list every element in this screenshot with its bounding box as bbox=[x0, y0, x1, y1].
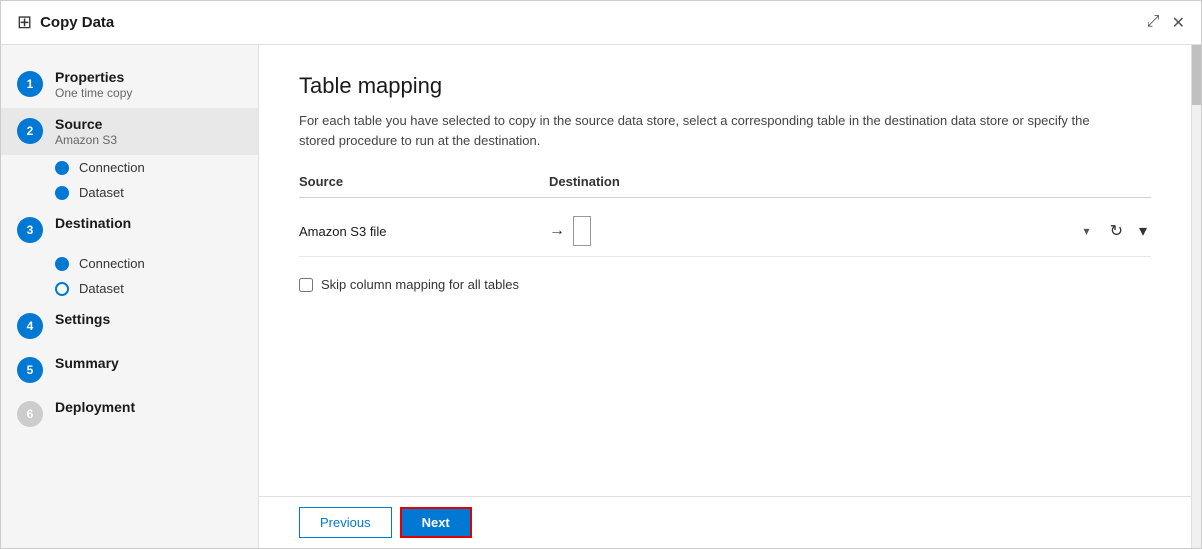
skip-mapping-checkbox[interactable] bbox=[299, 278, 313, 292]
arrow-icon: → bbox=[549, 222, 565, 240]
destination-dataset-item[interactable]: Dataset bbox=[55, 278, 258, 299]
source-connection-item[interactable]: Connection bbox=[55, 157, 258, 178]
window-title: Copy Data bbox=[40, 14, 114, 31]
table-header: Source Destination bbox=[299, 174, 1151, 198]
sidebar-item-source[interactable]: 2 Source Amazon S3 bbox=[1, 108, 258, 155]
expand-icon[interactable]: ⤢ bbox=[1147, 13, 1160, 33]
destination-select[interactable] bbox=[573, 216, 591, 246]
source-file-label: Amazon S3 file bbox=[299, 224, 549, 239]
sidebar-item-destination[interactable]: 3 Destination bbox=[1, 207, 258, 251]
destination-connection-dot bbox=[55, 257, 69, 271]
main-body: Table mapping For each table you have se… bbox=[259, 45, 1191, 496]
previous-button[interactable]: Previous bbox=[299, 507, 392, 538]
sidebar-item-source-label: Source bbox=[55, 116, 117, 132]
destination-column-header: Destination bbox=[549, 174, 1151, 189]
source-file-name: Amazon S3 file bbox=[299, 224, 386, 239]
destination-connection-label: Connection bbox=[79, 256, 145, 271]
main-content: Table mapping For each table you have se… bbox=[259, 45, 1191, 548]
sidebar-item-summary-content: Summary bbox=[55, 355, 119, 371]
source-dataset-dot bbox=[55, 186, 69, 200]
source-connection-label: Connection bbox=[79, 160, 145, 175]
step-number-4: 4 bbox=[17, 313, 43, 339]
title-bar: ⊞ Copy Data ⤢ ✕ bbox=[1, 1, 1201, 45]
skip-mapping-label: Skip column mapping for all tables bbox=[321, 277, 519, 292]
source-connection-dot bbox=[55, 161, 69, 175]
source-column-header: Source bbox=[299, 174, 549, 189]
next-button[interactable]: Next bbox=[400, 507, 472, 538]
mapping-table-row: Amazon S3 file → ↻ ▾ bbox=[299, 206, 1151, 257]
copy-data-icon: ⊞ bbox=[17, 12, 32, 33]
destination-dataset-dot bbox=[55, 282, 69, 296]
page-description: For each table you have selected to copy… bbox=[299, 111, 1119, 150]
window: ⊞ Copy Data ⤢ ✕ 1 Properties One time co… bbox=[0, 0, 1202, 549]
sidebar-item-properties-label: Properties bbox=[55, 69, 132, 85]
sidebar-item-destination-content: Destination bbox=[55, 215, 131, 232]
sidebar-item-properties-sub: One time copy bbox=[55, 86, 132, 100]
scrollbar[interactable] bbox=[1191, 45, 1201, 548]
sidebar-item-settings[interactable]: 4 Settings bbox=[1, 303, 258, 347]
sidebar-item-properties-content: Properties One time copy bbox=[55, 69, 132, 100]
step-number-3: 3 bbox=[17, 217, 43, 243]
sidebar-item-destination-label: Destination bbox=[55, 215, 131, 231]
refresh-button[interactable]: ↻ bbox=[1106, 219, 1127, 243]
source-dataset-label: Dataset bbox=[79, 185, 124, 200]
scrollbar-thumb[interactable] bbox=[1192, 45, 1201, 105]
sidebar-item-properties[interactable]: 1 Properties One time copy bbox=[1, 61, 258, 108]
source-dataset-item[interactable]: Dataset bbox=[55, 182, 258, 203]
sidebar-item-settings-content: Settings bbox=[55, 311, 110, 327]
footer: Previous Next bbox=[259, 496, 1191, 548]
step-number-5: 5 bbox=[17, 357, 43, 383]
sidebar-item-deployment-label: Deployment bbox=[55, 399, 135, 415]
step-number-6: 6 bbox=[17, 401, 43, 427]
title-bar-controls: ⤢ ✕ bbox=[1147, 13, 1185, 33]
step-number-2: 2 bbox=[17, 118, 43, 144]
destination-select-container bbox=[573, 216, 1098, 246]
skip-mapping-row: Skip column mapping for all tables bbox=[299, 277, 1151, 292]
destination-connection-item[interactable]: Connection bbox=[55, 253, 258, 274]
sidebar-item-summary-label: Summary bbox=[55, 355, 119, 371]
step-number-1: 1 bbox=[17, 71, 43, 97]
sidebar-item-source-content: Source Amazon S3 bbox=[55, 116, 117, 147]
source-sub-items: Connection Dataset bbox=[1, 157, 258, 203]
sidebar-item-source-sub: Amazon S3 bbox=[55, 133, 117, 147]
content: 1 Properties One time copy 2 Source Amaz… bbox=[1, 45, 1201, 548]
destination-dataset-label: Dataset bbox=[79, 281, 124, 296]
expand-row-button[interactable]: ▾ bbox=[1135, 219, 1151, 243]
destination-select-wrapper: ↻ ▾ bbox=[573, 216, 1151, 246]
sidebar-item-summary[interactable]: 5 Summary bbox=[1, 347, 258, 391]
sidebar-item-deployment[interactable]: 6 Deployment bbox=[1, 391, 258, 435]
title-bar-left: ⊞ Copy Data bbox=[17, 12, 114, 33]
destination-sub-items: Connection Dataset bbox=[1, 253, 258, 299]
page-title: Table mapping bbox=[299, 73, 1151, 99]
sidebar-item-deployment-content: Deployment bbox=[55, 399, 135, 415]
close-icon[interactable]: ✕ bbox=[1172, 13, 1185, 33]
sidebar: 1 Properties One time copy 2 Source Amaz… bbox=[1, 45, 259, 548]
sidebar-item-settings-label: Settings bbox=[55, 311, 110, 327]
